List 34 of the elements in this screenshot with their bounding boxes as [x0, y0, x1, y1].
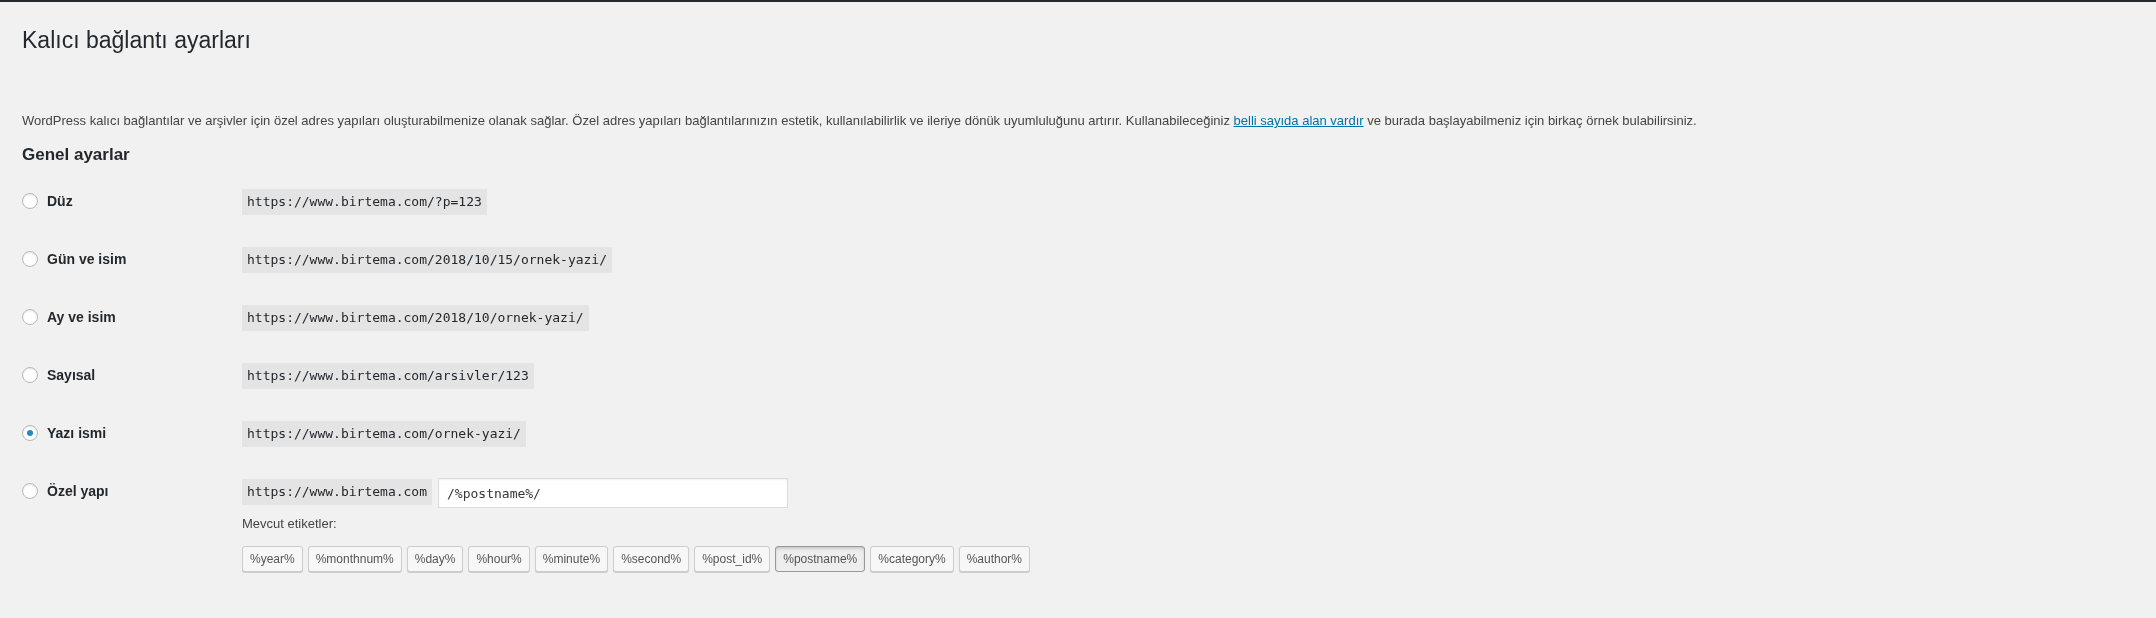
option-label: Yazı ismi	[47, 425, 107, 441]
option-label: Sayısal	[47, 367, 96, 383]
url-example: https://www.birtema.com/2018/10/15/ornek-yazi/	[242, 247, 613, 273]
radio-button[interactable]	[22, 193, 38, 209]
url-example: https://www.birtema.com/arsivler/123	[242, 363, 534, 389]
tag-button[interactable]: %post_id%	[694, 546, 771, 572]
structure-field[interactable]: /%postname%/	[438, 478, 788, 508]
tags-label: Mevcut etiketler:	[242, 516, 338, 531]
option-label: Düz	[47, 193, 73, 209]
description-text: WordPress kalıcı bağlantılar ve arşivler için özel adres yapıları oluşturabilmenize olanak sağlar. Özel adres yapıları bağlantılarınızın estetik, kullanılabilirlik ve ileriye dönük uyumluluğunu artırır. Kullanabileceğiniz belli sayıda alan vardır ve burada başlayabilmeniz için birkaç örnek bulabilirsiniz.	[22, 112, 1698, 130]
radio-button[interactable]	[22, 367, 38, 383]
option-label: Özel yapı	[47, 483, 109, 499]
tag-button[interactable]: %author%	[958, 546, 1031, 572]
tag-button[interactable]: %second%	[613, 546, 690, 572]
tag-button[interactable]: %day%	[406, 546, 464, 572]
radio-button[interactable]	[22, 251, 38, 267]
radio-button[interactable]	[22, 425, 38, 441]
radio-button[interactable]	[22, 483, 38, 499]
option-label: Ay ve isim	[47, 309, 116, 325]
url-example: https://www.birtema.com/ornek-yazi/	[242, 421, 526, 447]
radio-button[interactable]	[22, 309, 38, 325]
url-prefix: https://www.birtema.com	[242, 479, 432, 505]
url-example: https://www.birtema.com/2018/10/ornek-yazi/	[242, 305, 589, 331]
tag-button[interactable]: %hour%	[468, 546, 530, 572]
tag-button[interactable]: %year%	[242, 546, 303, 572]
section-title: Genel ayarlar	[22, 144, 131, 166]
page-title: Kalıcı bağlantı ayarları	[22, 26, 252, 55]
option-label: Gün ve isim	[47, 251, 127, 267]
documentation-link[interactable]: belli sayıda alan vardır	[1233, 113, 1364, 128]
tag-button[interactable]: %category%	[870, 546, 954, 572]
url-example: https://www.birtema.com/?p=123	[242, 189, 487, 215]
tag-button[interactable]: %postname%	[775, 546, 866, 572]
tag-button[interactable]: %minute%	[534, 546, 609, 572]
tag-button[interactable]: %monthnum%	[307, 546, 402, 572]
